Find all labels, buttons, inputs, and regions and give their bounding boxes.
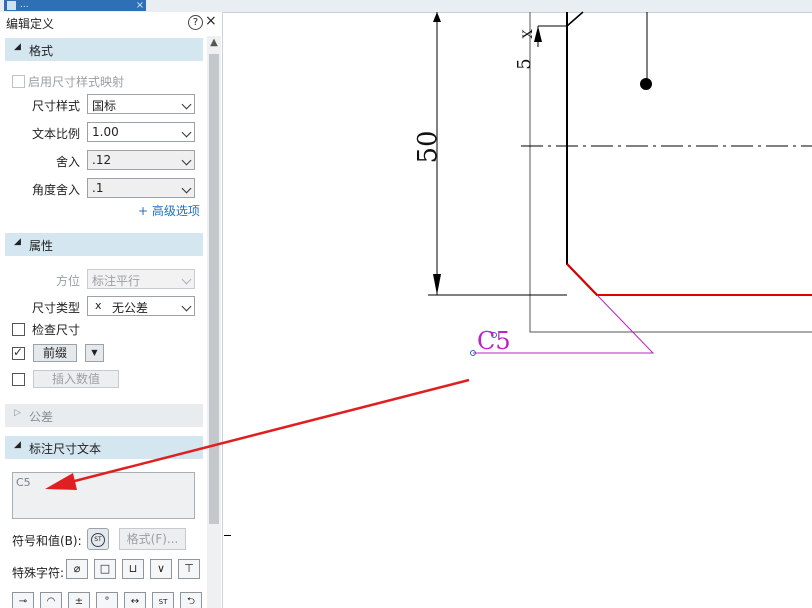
dimension-text-value: C5 [16, 476, 31, 489]
arc-symbol-button[interactable]: ◠ [40, 592, 62, 608]
scrollbar-thumb[interactable] [209, 54, 219, 524]
scroll-up-icon[interactable]: ▲ [207, 36, 221, 50]
between-symbol-button[interactable]: ↔ [124, 592, 146, 608]
section-tolerance-header[interactable]: ▷ 公差 [5, 404, 203, 427]
dim-type-value: 无公差 [112, 301, 149, 315]
text-scale-select[interactable]: 1.00 [87, 122, 195, 142]
counterbore-symbol-button[interactable]: ⊔ [122, 559, 144, 579]
dim-type-label: 尺寸类型 [31, 301, 80, 315]
orientation-label: 方位 [55, 274, 80, 288]
close-icon[interactable]: × [205, 13, 217, 29]
edit-definition-panel: 编辑定义 ? × ◢ 格式 启用尺寸样式映射 尺寸样式 国标 文本比例 1.00… [0, 12, 223, 608]
document-tab-title: ... [20, 0, 29, 10]
prefix-dropdown-button[interactable]: ▼ [85, 344, 104, 362]
orientation-value: 标注平行 [92, 274, 141, 288]
format-button[interactable]: 格式(F)... [119, 528, 186, 550]
special-char-button-1[interactable]: ⊸ [12, 592, 34, 608]
view-boundary [529, 12, 812, 333]
document-tab[interactable]: ... × [4, 0, 146, 11]
orientation-select[interactable]: 标注平行 [87, 269, 195, 289]
symbol-st-button[interactable]: ST [87, 528, 109, 550]
degree-symbol-button[interactable]: ° [96, 592, 118, 608]
chevron-down-icon [181, 301, 192, 312]
drawing-canvas[interactable]: 50 5 X C5 [45, 11, 812, 608]
close-tab-icon[interactable]: × [134, 0, 146, 11]
part-outline [566, 12, 812, 296]
chevron-down-icon [181, 155, 192, 166]
prefix-button[interactable]: 前缀 [33, 344, 77, 362]
diameter-symbol-button[interactable]: ⌀ [66, 559, 88, 579]
collapse-triangle-icon: ◢ [14, 440, 21, 450]
chevron-down-icon [181, 183, 192, 194]
section-dim-text-title: 标注尺寸文本 [29, 442, 102, 456]
angle-round-select[interactable]: .1 [87, 178, 195, 198]
dim-arrow [433, 12, 441, 22]
section-properties-title: 属性 [29, 239, 54, 253]
expand-triangle-icon: ▷ [14, 408, 21, 418]
dim-style-value: 国标 [92, 99, 117, 113]
special-chars-label: 特殊字符: [12, 566, 65, 580]
round-value: .12 [92, 153, 112, 167]
countersink-symbol-button[interactable]: ∨ [150, 559, 172, 579]
round-select[interactable]: .12 [87, 150, 195, 170]
statistical-symbol-button[interactable]: ST [152, 592, 174, 608]
dimension-text-area[interactable]: C5 [12, 472, 195, 519]
text-scale-value: 1.00 [92, 125, 119, 139]
canvas-tick [224, 535, 231, 536]
chamfer-edge [566, 263, 598, 296]
round-label: 舍入 [55, 155, 80, 169]
map-style-checkbox[interactable] [12, 75, 25, 88]
chamfer-label[interactable]: C5 [477, 327, 511, 355]
section-format-header[interactable]: ◢ 格式 [5, 38, 203, 61]
depth-symbol-button[interactable]: ⊤ [178, 559, 200, 579]
drawing-svg: 50 5 X C5 [45, 11, 812, 490]
map-style-label: 启用尺寸样式映射 [28, 75, 125, 89]
advanced-options-link[interactable]: + 高级选项 [138, 202, 200, 219]
dim-style-select[interactable]: 国标 [87, 94, 195, 114]
document-icon [7, 1, 16, 10]
collapse-triangle-icon: ◢ [14, 237, 21, 247]
top-chamfer-line [566, 11, 584, 27]
dim-arrow [433, 274, 441, 295]
insert-value-button[interactable]: 插入数值 [33, 370, 119, 388]
section-properties-header[interactable]: ◢ 属性 [5, 233, 203, 256]
dim-x-text: X [521, 29, 536, 39]
dim-style-label: 尺寸样式 [31, 99, 80, 113]
collapse-triangle-icon: ◢ [14, 42, 21, 52]
symbols-label: 符号和值(B): [12, 534, 82, 548]
dim-50-text: 50 [413, 130, 443, 163]
symbol-st-icon: ST [91, 533, 105, 547]
section-format-title: 格式 [29, 44, 54, 58]
dim-5-text: 5 [514, 58, 535, 69]
text-scale-label: 文本比例 [31, 127, 80, 141]
help-icon[interactable]: ? [188, 15, 203, 30]
panel-header: 编辑定义 ? × [0, 12, 222, 34]
angle-round-label: 角度舍入 [31, 183, 80, 197]
chevron-down-icon [181, 99, 192, 110]
chevron-down-icon [181, 274, 192, 285]
inspect-dimension-label: 检查尺寸 [32, 323, 81, 337]
insert-value-checkbox[interactable] [12, 373, 25, 386]
point-marker [640, 78, 652, 90]
section-tolerance-title: 公差 [29, 410, 54, 424]
no-tolerance-icon: x [95, 299, 102, 312]
plus-minus-symbol-button[interactable]: ± [68, 592, 90, 608]
chevron-down-icon [181, 127, 192, 138]
inspect-dimension-checkbox[interactable] [12, 323, 25, 336]
dim-type-select[interactable]: x 无公差 [87, 296, 195, 316]
angle-round-value: .1 [92, 181, 104, 195]
panel-title: 编辑定义 [6, 17, 55, 31]
prefix-checkbox[interactable] [12, 345, 25, 360]
square-symbol-button[interactable]: □ [94, 559, 116, 579]
revolve-symbol-button[interactable]: ⮌ [180, 592, 202, 608]
